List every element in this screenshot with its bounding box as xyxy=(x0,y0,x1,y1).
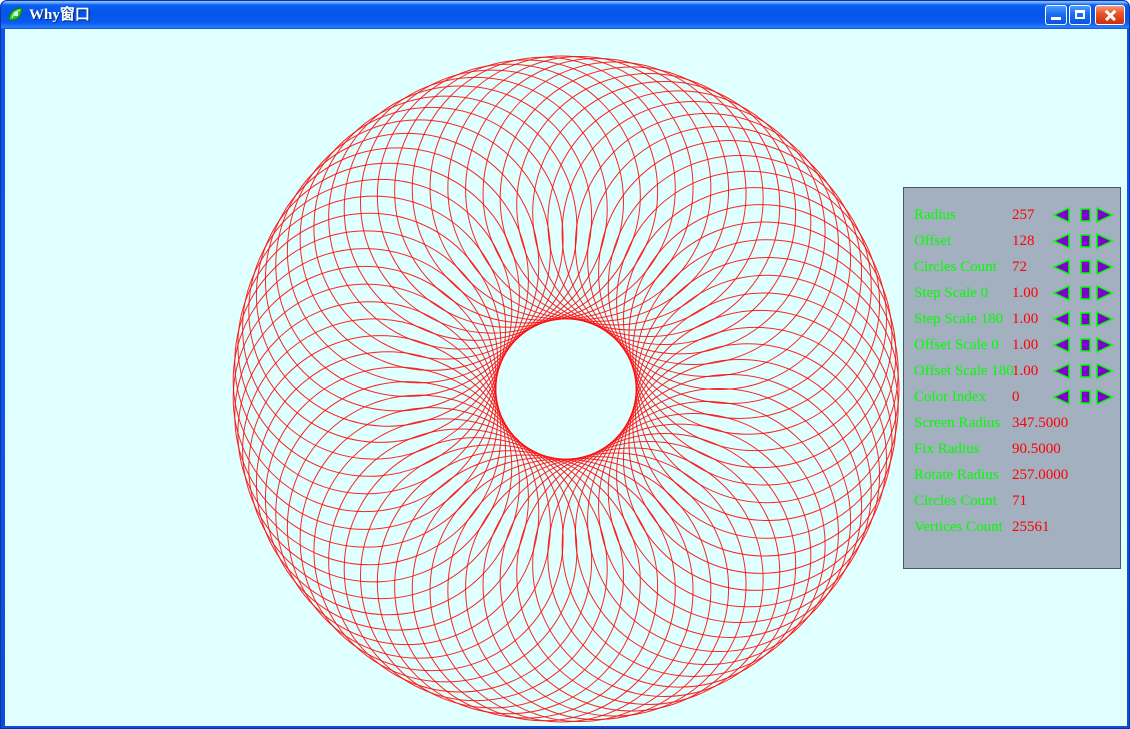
client-area: Radius 257 Offset 128 Circles Count 72 Step Sc… xyxy=(5,29,1127,726)
decrement-button-7[interactable] xyxy=(1052,387,1072,412)
control-value: 0 xyxy=(1012,389,1020,405)
spinner-group-5 xyxy=(1052,335,1114,355)
increment-button-6[interactable] xyxy=(1094,361,1114,386)
decrement-button-5[interactable] xyxy=(1052,335,1072,360)
minimize-button[interactable] xyxy=(1045,5,1067,25)
control-row: Vertices Count 25561 xyxy=(904,514,1120,540)
stop-button-4[interactable] xyxy=(1076,309,1096,334)
spinner-group-6 xyxy=(1052,361,1114,381)
control-value: 347.5000 xyxy=(1012,415,1069,431)
control-label: Offset Scale 0 xyxy=(914,337,999,353)
stop-button-3[interactable] xyxy=(1076,283,1096,308)
control-row: Step Scale 0 1.00 xyxy=(904,280,1120,306)
control-value: 257.0000 xyxy=(1012,467,1069,483)
control-value: 25561 xyxy=(1012,519,1050,535)
decrement-button-1[interactable] xyxy=(1052,231,1072,256)
control-row: Offset Scale 180 1.00 xyxy=(904,358,1120,384)
control-label: Step Scale 0 xyxy=(914,285,989,301)
increment-button-0[interactable] xyxy=(1094,205,1114,230)
stop-button-1[interactable] xyxy=(1076,231,1096,256)
close-button[interactable] xyxy=(1095,5,1125,25)
decrement-button-6[interactable] xyxy=(1052,361,1072,386)
minimize-icon xyxy=(1051,17,1061,20)
control-row: Circles Count 72 xyxy=(904,254,1120,280)
spinner-group-4 xyxy=(1052,309,1114,329)
stop-button-6[interactable] xyxy=(1076,361,1096,386)
control-panel: Radius 257 Offset 128 Circles Count 72 Step Sc… xyxy=(903,187,1121,569)
increment-button-4[interactable] xyxy=(1094,309,1114,334)
stop-button-5[interactable] xyxy=(1076,335,1096,360)
control-row: Fix Radius 90.5000 xyxy=(904,436,1120,462)
title-bar[interactable]: Why窗口 xyxy=(1,1,1129,29)
control-label: Offset xyxy=(914,233,952,249)
decrement-button-2[interactable] xyxy=(1052,257,1072,282)
stop-button-0[interactable] xyxy=(1076,205,1096,230)
control-row: Offset 128 xyxy=(904,228,1120,254)
control-value: 1.00 xyxy=(1012,311,1039,327)
control-label: Radius xyxy=(914,207,956,223)
control-value: 1.00 xyxy=(1012,285,1039,301)
control-value: 1.00 xyxy=(1012,363,1039,379)
title-bar-highlight xyxy=(1,1,1129,4)
spinner-group-0 xyxy=(1052,205,1114,225)
control-label: Circles Count xyxy=(914,493,997,509)
control-label: Screen Radius xyxy=(914,415,1001,431)
control-value: 71 xyxy=(1012,493,1027,509)
stop-button-2[interactable] xyxy=(1076,257,1096,282)
control-label: Step Scale 180 xyxy=(914,311,1004,327)
increment-button-3[interactable] xyxy=(1094,283,1114,308)
control-row: Circles Count 71 xyxy=(904,488,1120,514)
control-value: 128 xyxy=(1012,233,1035,249)
maximize-button[interactable] xyxy=(1069,5,1091,25)
control-row: Color Index 0 xyxy=(904,384,1120,410)
increment-button-5[interactable] xyxy=(1094,335,1114,360)
control-label: Vertices Count xyxy=(914,519,1003,535)
increment-button-1[interactable] xyxy=(1094,231,1114,256)
leaf-icon xyxy=(7,7,24,23)
decrement-button-4[interactable] xyxy=(1052,309,1072,334)
increment-button-7[interactable] xyxy=(1094,387,1114,412)
spinner-group-3 xyxy=(1052,283,1114,303)
control-value: 1.00 xyxy=(1012,337,1039,353)
control-row: Step Scale 180 1.00 xyxy=(904,306,1120,332)
maximize-icon xyxy=(1075,10,1085,19)
stop-button-7[interactable] xyxy=(1076,387,1096,412)
control-label: Rotate Radius xyxy=(914,467,999,483)
control-row: Offset Scale 0 1.00 xyxy=(904,332,1120,358)
spinner-group-1 xyxy=(1052,231,1114,251)
control-label: Offset Scale 180 xyxy=(914,363,1014,379)
control-value: 90.5000 xyxy=(1012,441,1061,457)
control-row: Screen Radius 347.5000 xyxy=(904,410,1120,436)
control-value: 257 xyxy=(1012,207,1035,223)
spinner-group-7 xyxy=(1052,387,1114,407)
window-title: Why窗口 xyxy=(29,7,90,23)
control-value: 72 xyxy=(1012,259,1027,275)
application-window: Why窗口 Radius 257 Offset 128 Circles Count 72 S… xyxy=(0,0,1130,729)
control-row: Radius 257 xyxy=(904,202,1120,228)
spinner-group-2 xyxy=(1052,257,1114,277)
decrement-button-3[interactable] xyxy=(1052,283,1072,308)
control-label: Color Index xyxy=(914,389,987,405)
increment-button-2[interactable] xyxy=(1094,257,1114,282)
control-label: Fix Radius xyxy=(914,441,980,457)
decrement-button-0[interactable] xyxy=(1052,205,1072,230)
control-row: Rotate Radius 257.0000 xyxy=(904,462,1120,488)
control-label: Circles Count xyxy=(914,259,997,275)
